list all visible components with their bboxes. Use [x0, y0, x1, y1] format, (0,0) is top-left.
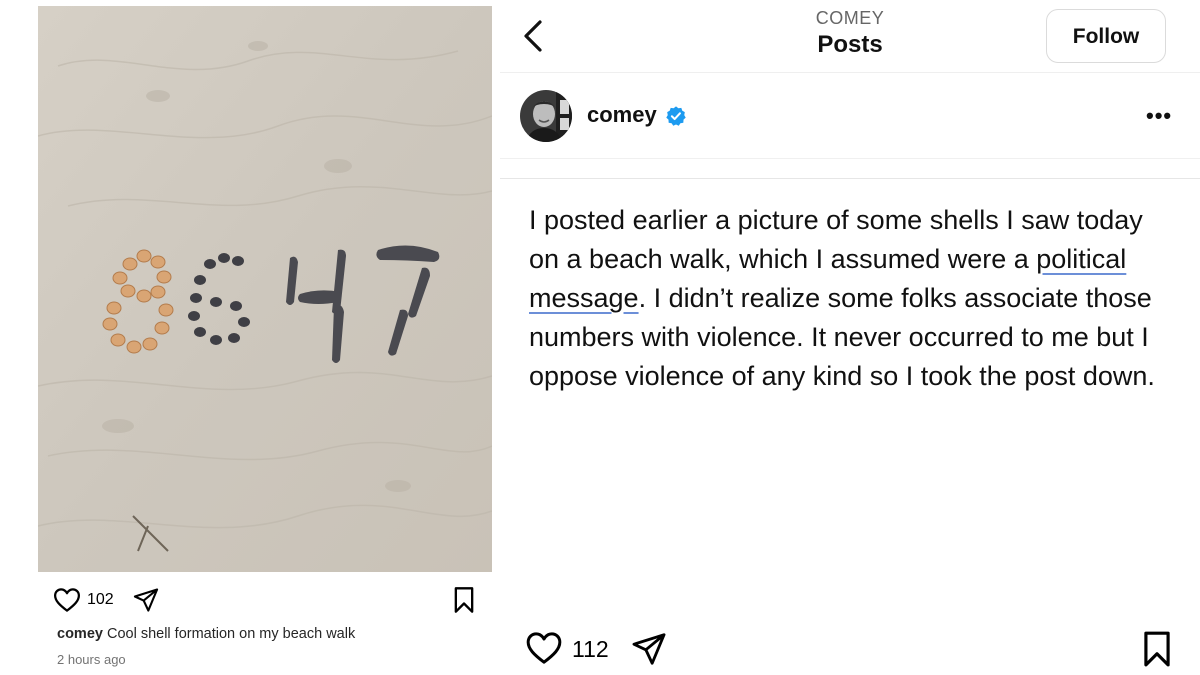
verified-icon [665, 105, 687, 127]
bookmark-icon[interactable] [1140, 630, 1174, 668]
follow-button[interactable]: Follow [1046, 9, 1166, 63]
previous-post-panel: 102 comey Cool shell formation on my bea… [0, 0, 500, 675]
post-text-underlined: political [1036, 244, 1127, 274]
post-caption: comey Cool shell formation on my beach w… [57, 626, 355, 642]
caption-text: Cool shell formation on my beach walk [102, 626, 356, 642]
divider [500, 178, 1200, 179]
caption-username[interactable]: comey [57, 626, 103, 642]
heart-icon[interactable] [524, 628, 564, 668]
like-count[interactable]: 102 [87, 591, 114, 609]
profile-username[interactable]: comey [587, 102, 657, 128]
current-post-panel: COMEY Posts Follow comey ••• I posted ea… [500, 0, 1200, 675]
post-actions: 112 [524, 628, 1174, 670]
post-body-text: I posted earlier a picture of some shell… [529, 201, 1169, 396]
beach-shells-photo[interactable] [38, 6, 492, 572]
post-timestamp: 2 hours ago [57, 652, 126, 667]
previous-post-actions: 102 [52, 585, 477, 615]
paper-plane-icon[interactable] [132, 586, 160, 614]
divider [500, 158, 1200, 159]
like-count[interactable]: 112 [572, 636, 609, 663]
post-text-underlined: message [529, 283, 639, 313]
more-options-button[interactable]: ••• [1146, 103, 1172, 129]
paper-plane-icon[interactable] [630, 630, 668, 668]
heart-icon[interactable] [52, 585, 82, 615]
avatar[interactable] [520, 90, 572, 142]
bookmark-icon[interactable] [451, 586, 477, 614]
divider [500, 72, 1200, 73]
